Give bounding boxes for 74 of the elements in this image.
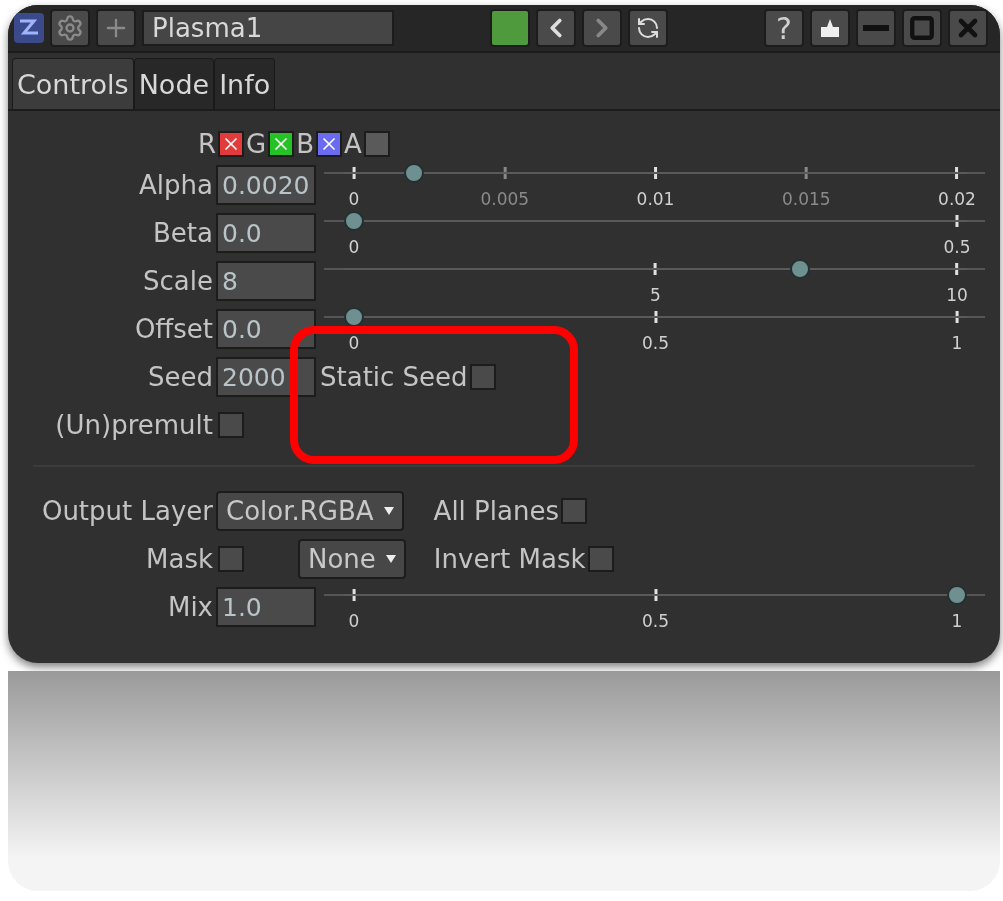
channel-label: A [344, 129, 362, 159]
channel-checkbox[interactable] [316, 131, 343, 157]
tab[interactable]: Info [214, 58, 276, 109]
param-label: Beta [152, 218, 214, 248]
tick-label: 0.5 [642, 335, 669, 352]
maximize-icon [909, 15, 935, 41]
add-button[interactable] [96, 9, 136, 47]
channel-label: G [246, 129, 267, 159]
refresh-icon [636, 16, 660, 40]
value-field[interactable]: 0.0020 [216, 165, 316, 205]
tick-label: 10 [946, 287, 968, 304]
tick-label: 0.5 [642, 613, 669, 630]
channel-checkbox[interactable] [218, 131, 245, 157]
param-label: Mix [166, 592, 214, 622]
option-label: Invert Mask [433, 544, 586, 574]
maximize-button[interactable] [902, 9, 942, 47]
settings-icon [56, 14, 84, 42]
value-field[interactable]: 8 [216, 261, 316, 301]
tick-label: 1 [951, 335, 963, 352]
channel-label: R [198, 129, 217, 159]
slider-handle[interactable] [344, 307, 364, 327]
param-label: Output Layer [40, 496, 214, 526]
tick-label: 1 [951, 613, 963, 630]
channel-checkbox[interactable] [363, 131, 390, 157]
help-button[interactable]: ? [764, 9, 804, 47]
tick-label: 0 [348, 239, 360, 256]
float-button[interactable] [810, 9, 850, 47]
color-swatch-button[interactable] [490, 9, 530, 47]
value-field[interactable]: 2000 [216, 357, 316, 397]
checkbox[interactable] [587, 546, 614, 572]
option-label: Static Seed [320, 362, 468, 392]
revert-button[interactable] [628, 9, 668, 47]
tick-label: 0 [348, 191, 360, 208]
value-field[interactable]: 0.0 [216, 213, 316, 253]
tick-label: 5 [650, 287, 661, 304]
tick-label: 0.015 [781, 191, 831, 208]
minimize-button[interactable] [856, 9, 896, 47]
slider-handle[interactable] [790, 259, 811, 279]
tab[interactable]: Controls [12, 58, 134, 109]
tab[interactable]: Node [133, 58, 215, 109]
tick-label: 0.5 [943, 239, 971, 256]
param-label: Scale [142, 266, 214, 296]
tick-label: 0.005 [480, 191, 530, 208]
checkbox[interactable] [218, 412, 244, 438]
settings-button[interactable] [50, 9, 90, 47]
node-name-field[interactable]: Plasma1 [142, 10, 394, 46]
option-label: All Planes [433, 496, 559, 526]
slider-handle[interactable] [947, 585, 967, 605]
forward-button[interactable] [582, 9, 622, 47]
tick-label: 0.02 [938, 191, 976, 208]
slider-handle[interactable] [344, 211, 364, 231]
checkbox[interactable] [560, 498, 587, 524]
minimize-icon [863, 25, 889, 31]
mask-dropdown[interactable]: None [298, 539, 406, 579]
value-field[interactable]: 0.0 [216, 309, 316, 349]
slider-handle[interactable] [404, 163, 425, 183]
close-button[interactable] [948, 9, 988, 47]
param-label: Mask [145, 544, 214, 574]
channel-label: B [296, 129, 315, 159]
tick-label: 0 [348, 335, 360, 352]
channel-checkbox[interactable] [268, 131, 295, 157]
checkbox[interactable] [469, 364, 496, 390]
value-field[interactable]: 1.0 [216, 587, 316, 627]
back-button[interactable] [536, 9, 576, 47]
tick-label: 0.01 [636, 191, 675, 208]
param-label: Seed [147, 362, 214, 392]
param-label: (Un)premult [54, 410, 214, 440]
param-label: Alpha [138, 170, 214, 200]
layer-dropdown[interactable]: Color.RGBA [216, 491, 404, 531]
caret-icon [383, 507, 394, 515]
caret-icon [385, 555, 396, 563]
param-label: Offset [133, 314, 214, 344]
checkbox[interactable] [218, 546, 244, 572]
tick-label: 0 [348, 613, 360, 630]
